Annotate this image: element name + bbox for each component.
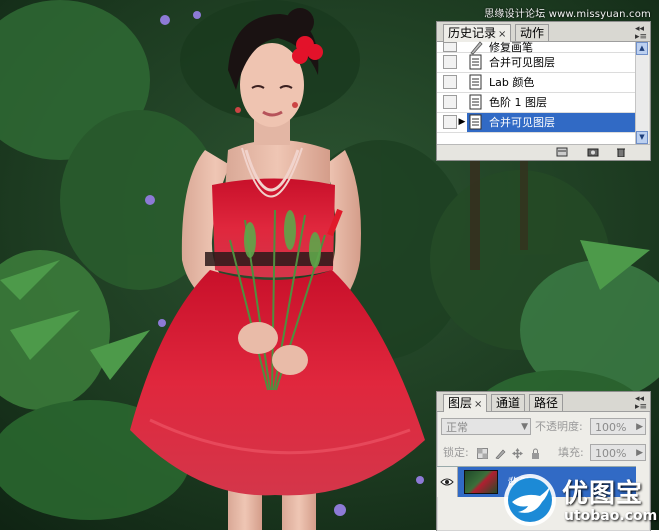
state-slider-icon[interactable]: ▶ [457,117,467,127]
fill-label: 填充: [558,446,584,459]
history-list: 修复画笔 合并可见图层 Lab 颜色 色阶 1 图层 ▶ 合并可见图层 [437,41,635,144]
tab-history-label: 历史记录 [448,26,497,40]
chevron-right-icon: ▶ [636,448,643,458]
blend-mode-value: 正常 [446,421,468,434]
history-item-selected[interactable]: ▶ 合并可见图层 [437,112,635,133]
utobao-logo: 优图宝 utobao.com [500,470,659,530]
document-icon [469,54,482,70]
lock-fill-row: 锁定: 填充: 100% ▶ [437,444,650,466]
panel-menu-icon[interactable]: ◂◂ ▸≡ [635,395,647,412]
history-item-label: 色阶 1 图层 [489,96,547,109]
tab-paths[interactable]: 路径 [529,394,564,411]
history-item-label: 合并可见图层 [489,56,555,69]
history-item[interactable]: 色阶 1 图层 [437,92,635,113]
panel-menu-icon[interactable]: ◂◂ ▸≡ [635,25,647,42]
opacity-value: 100% [595,421,627,434]
document-icon [469,94,482,110]
tab-layers[interactable]: 图层 × [443,394,488,412]
tab-layers-label: 图层 [448,396,473,410]
snapshot-source-checkbox[interactable] [443,115,457,129]
fill-value: 100% [595,447,627,460]
snapshot-source-checkbox[interactable] [443,55,457,69]
history-item[interactable]: 合并可见图层 [437,52,635,73]
scroll-down-icon[interactable]: ▼ [636,131,648,144]
tab-close-icon[interactable]: × [474,399,482,410]
layer-thumbnail [464,470,498,494]
history-panel: 历史记录 × 动作 ◂◂ ▸≡ 修复画笔 合并可见图层 Lab 颜色 色阶 1 … [436,21,651,161]
chevron-right-icon: ▶ [636,422,643,432]
tab-channels[interactable]: 通道 [491,394,526,411]
scroll-up-icon[interactable]: ▲ [636,42,648,55]
tab-actions-label: 动作 [520,26,545,40]
site-watermark: 思缘设计论坛 www.missyuan.com [484,9,651,20]
history-item-label: 合并可见图层 [489,116,555,129]
history-item[interactable]: Lab 颜色 [437,72,635,93]
blend-opacity-row: 正常 ▼ 不透明度: 100% ▶ [437,418,650,440]
chevron-down-icon: ▼ [521,422,528,432]
logo-text-cn: 优图宝 [562,479,644,509]
history-item-label: Lab 颜色 [489,76,535,89]
opacity-label: 不透明度: [535,420,583,433]
history-scrollbar[interactable]: ▲ ▼ [635,42,648,144]
bird-logo-icon [504,474,556,526]
lock-transparent-icon[interactable] [477,448,488,459]
new-document-from-state-icon[interactable] [556,147,568,157]
visibility-eye-icon[interactable] [437,467,458,497]
tab-channels-label: 通道 [496,396,521,410]
lock-all-padlock-icon[interactable] [530,448,541,459]
lock-label: 锁定: [443,446,469,459]
opacity-field[interactable]: 100% ▶ [590,418,646,435]
document-icon [469,74,482,90]
blend-mode-select[interactable]: 正常 ▼ [441,418,531,435]
lock-position-move-icon[interactable] [512,448,523,459]
layers-tabbar: 图层 × 通道 路径 ◂◂ ▸≡ [437,392,650,412]
history-footer [437,144,650,160]
snapshot-source-checkbox[interactable] [443,75,457,89]
logo-text-en: utobao.com [564,508,658,524]
trash-icon[interactable] [615,147,627,157]
document-icon [469,114,482,130]
lock-pixels-brush-icon[interactable] [495,448,506,459]
snapshot-source-checkbox[interactable] [443,95,457,109]
snapshot-source-checkbox[interactable] [443,42,457,52]
fill-field[interactable]: 100% ▶ [590,444,646,461]
camera-snapshot-icon[interactable] [587,147,599,157]
tab-paths-label: 路径 [534,396,559,410]
